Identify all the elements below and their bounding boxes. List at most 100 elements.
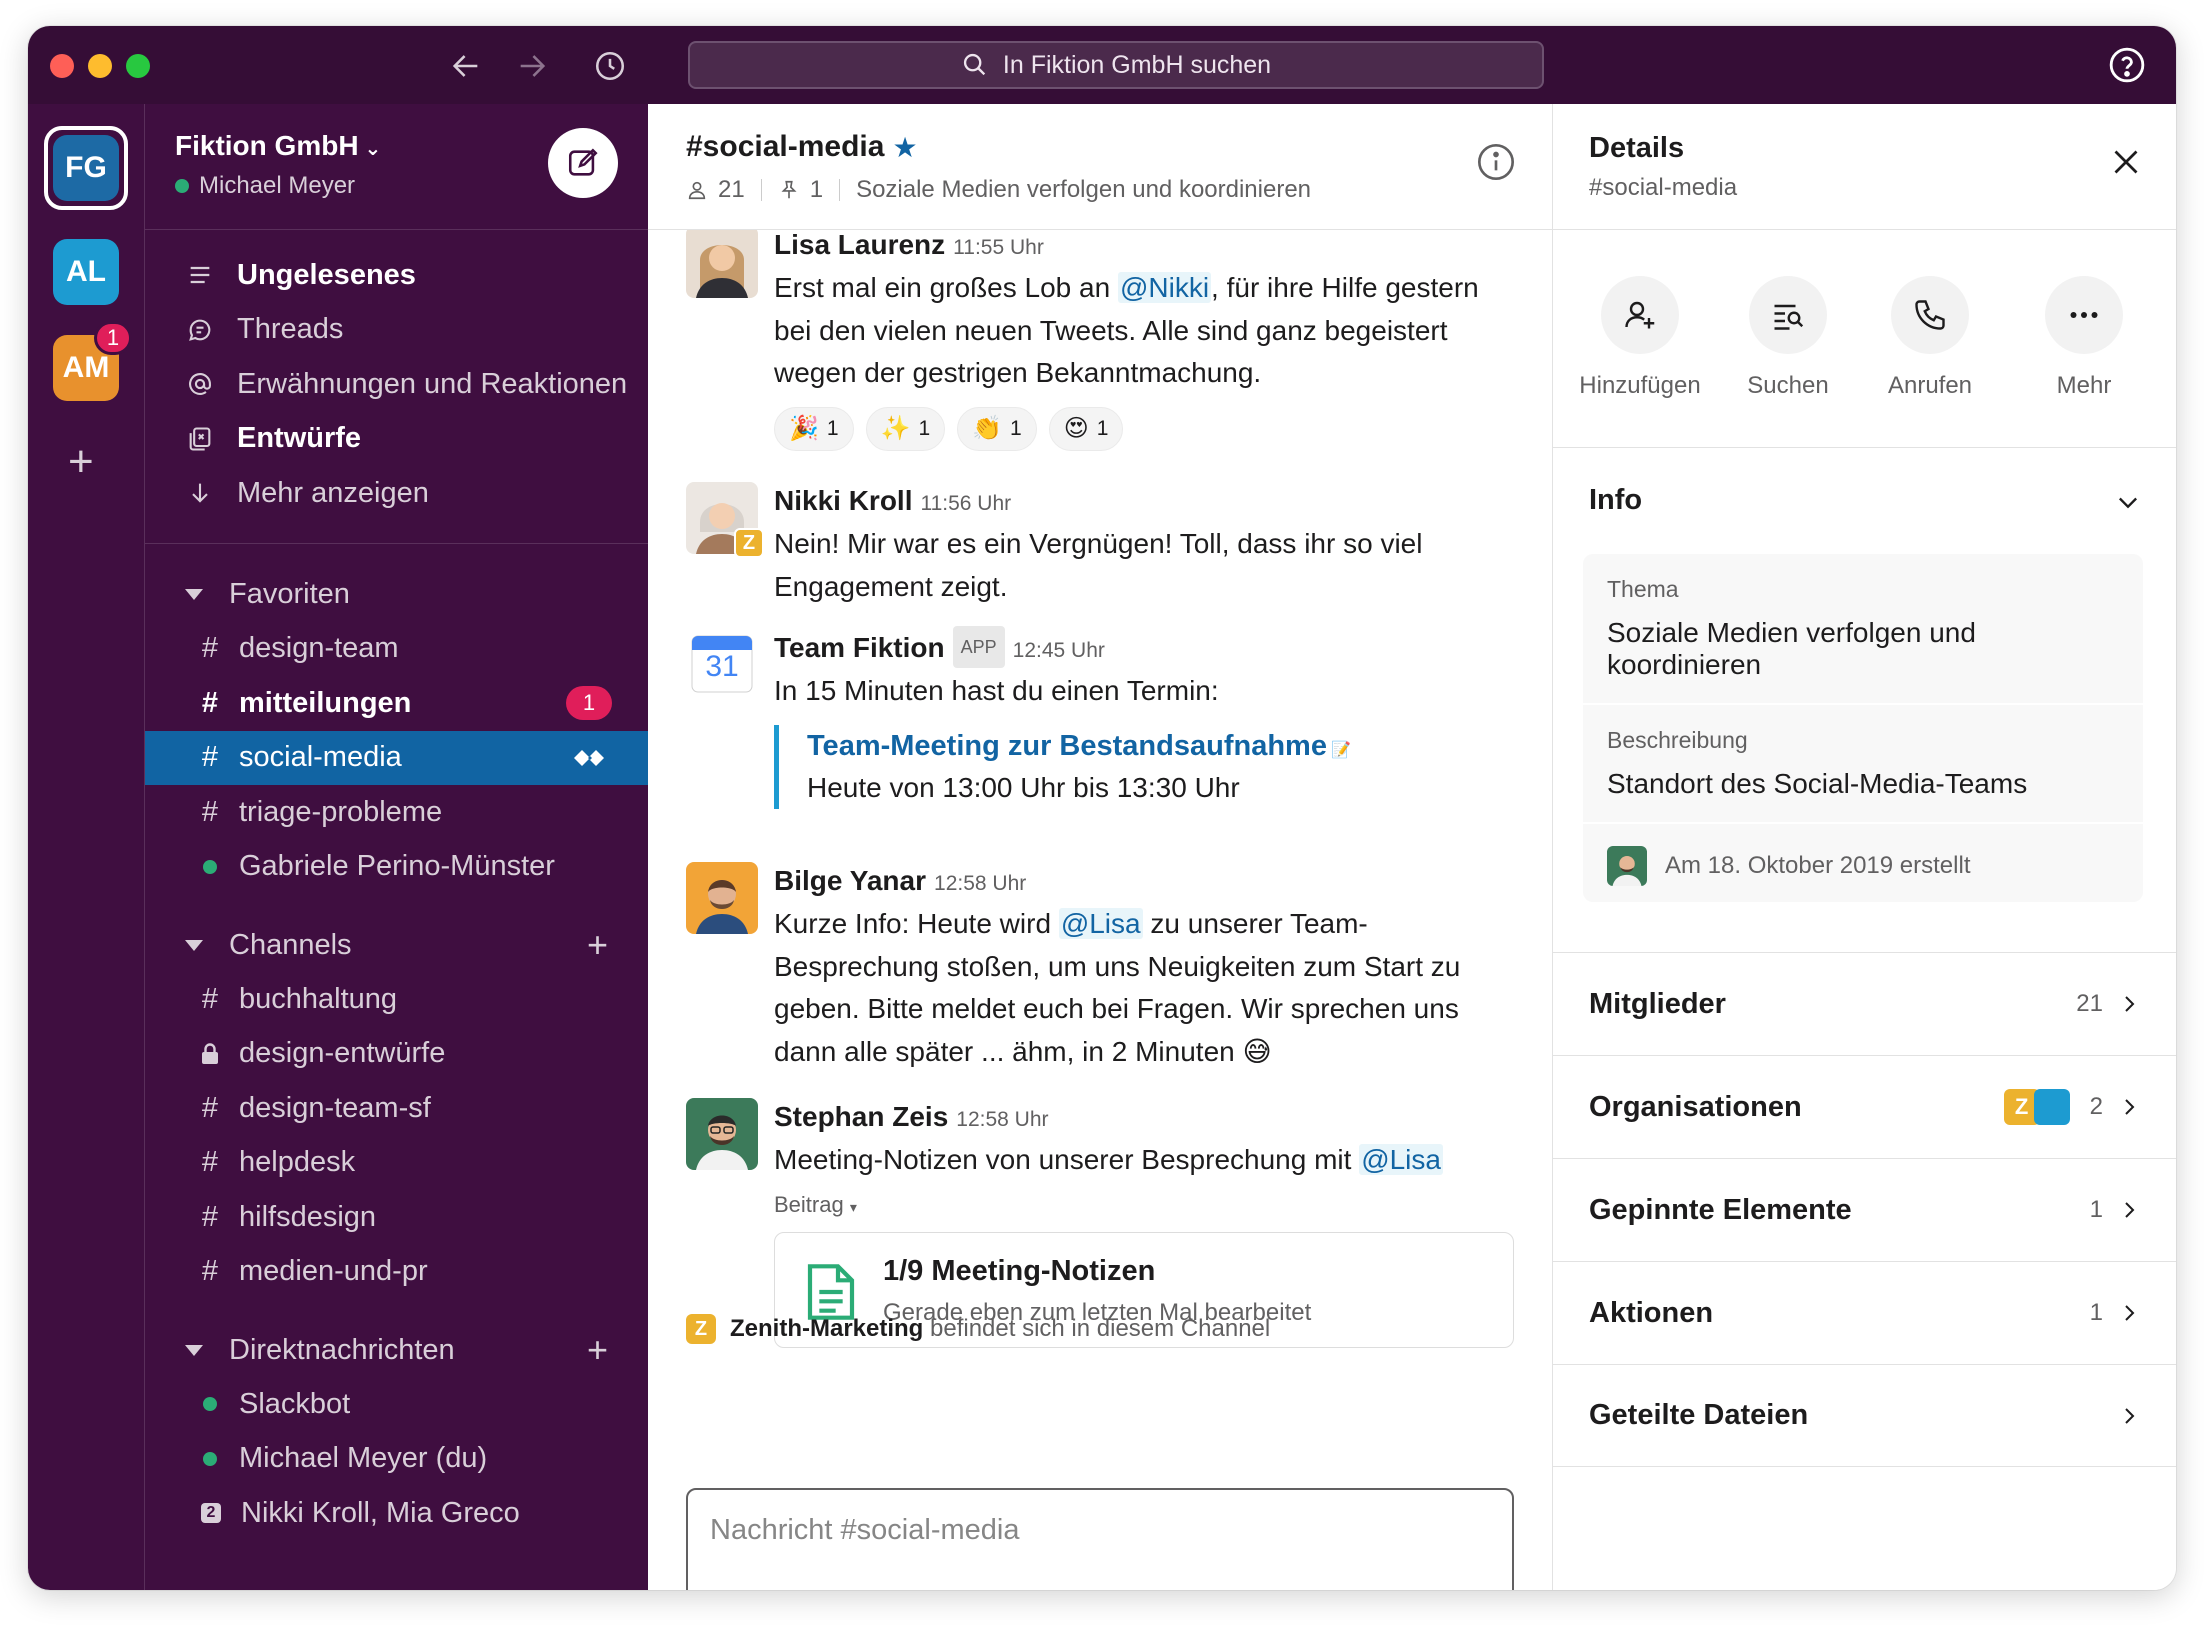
dms-header[interactable]: Direktnachrichten + [145,1323,648,1377]
numbered-list-icon[interactable] [1095,1586,1159,1590]
add-channel-icon[interactable]: + [587,924,608,966]
sidebar-channel-triage-probleme[interactable]: # triage-probleme [145,785,648,840]
sidebar-channel-hilfsdesign[interactable]: # hilfsdesign [145,1190,648,1245]
sidebar-item-mentions[interactable]: Erwähnungen und Reaktionen [145,357,648,412]
history-clock-icon[interactable] [590,46,630,86]
close-window-button[interactable] [50,54,74,78]
favorites-header[interactable]: Favoriten [145,568,648,622]
info-section-header[interactable]: Info [1553,448,2176,554]
shared-files-row[interactable]: Geteilte Dateien [1553,1364,2176,1467]
add-person-button[interactable]: Hinzufügen [1565,276,1715,400]
channel-topic[interactable]: Soziale Medien verfolgen und koordiniere… [856,176,1311,204]
sidebar-channel-buchhaltung[interactable]: # buchhaltung [145,972,648,1027]
sidebar-item-threads[interactable]: Threads [145,303,648,358]
author-name[interactable]: Bilge Yanar [774,865,926,896]
channel-info-icon[interactable] [1476,142,1516,182]
pinned-row[interactable]: Gepinnte Elemente 1 [1553,1158,2176,1261]
workspace-menu[interactable]: Fiktion GmbH ⌄ [175,130,381,162]
sidebar-item-unread[interactable]: Ungelesenes [145,248,648,303]
timestamp[interactable]: 12:58 Uhr [956,1108,1048,1131]
sidebar-dm-group[interactable]: 2 Nikki Kroll, Mia Greco [145,1486,648,1541]
actions-row[interactable]: Aktionen 1 [1553,1261,2176,1364]
reaction-pill[interactable]: 👏 1 [957,406,1037,451]
author-name[interactable]: Team Fiktion [774,632,945,663]
avatar[interactable] [686,230,758,298]
italic-icon[interactable]: I [839,1586,903,1590]
search-bar[interactable]: In Fiktion GmbH suchen [688,41,1544,89]
description-row[interactable]: Beschreibung Standort des Social-Media-T… [1583,705,2143,824]
user-status[interactable]: Michael Meyer [175,172,355,200]
org-name[interactable]: Zenith-Marketing [730,1315,923,1342]
calendar-app-icon[interactable]: 31 [686,626,758,698]
bold-icon[interactable]: B [775,1586,839,1590]
reaction-pill[interactable]: ✨ 1 [865,406,946,451]
caret-down-icon [185,1344,203,1356]
timestamp[interactable]: 12:45 Uhr [1013,639,1105,662]
add-dm-icon[interactable]: + [587,1329,608,1371]
channel-title-button[interactable]: #social-media ★ [686,130,918,164]
timestamp[interactable]: 11:56 Uhr [920,492,1011,515]
timestamp[interactable]: 11:55 Uhr [953,236,1044,259]
emoji-icon[interactable] [1384,1586,1448,1590]
avatar[interactable] [686,862,758,934]
compose-icon [568,148,598,176]
topic-row[interactable]: Thema Soziale Medien verfolgen und koord… [1583,554,2143,705]
avatar[interactable] [686,1098,758,1170]
shortcuts-lightning-icon[interactable] [698,1586,762,1590]
attachment-icon[interactable] [1448,1586,1512,1590]
author-name[interactable]: Lisa Laurenz [774,230,945,260]
strikethrough-icon[interactable]: S [903,1586,967,1590]
mention-link[interactable]: @Nikki [1117,272,1212,303]
post-toggle[interactable]: Beitrag ▾ [774,1192,1516,1218]
event-link[interactable]: Team-Meeting zur Bestandsaufnahme [807,730,1327,762]
sidebar-dm-self[interactable]: Michael Meyer (du) [145,1432,648,1487]
mention-link[interactable]: @Lisa [1058,908,1143,939]
sidebar-channel-design-team-sf[interactable]: # design-team-sf [145,1081,648,1136]
back-arrow-icon[interactable] [446,46,486,86]
organizations-row[interactable]: Organisationen Z 2 [1553,1055,2176,1158]
sidebar-channel-helpdesk[interactable]: # helpdesk [145,1136,648,1191]
timestamp[interactable]: 12:58 Uhr [934,872,1026,895]
link-icon[interactable] [1031,1586,1095,1590]
maximize-window-button[interactable] [126,54,150,78]
sidebar-dm-slackbot[interactable]: Slackbot [145,1377,648,1432]
message-input[interactable] [710,1508,1490,1552]
workspace-al[interactable]: AL [53,239,119,305]
reaction-pill[interactable]: 😍 1 [1048,406,1124,451]
sidebar-dm-gabriele[interactable]: Gabriele Perino-Münster [145,840,648,895]
sidebar-channel-design-team[interactable]: # design-team [145,622,648,677]
search-channel-button[interactable]: Suchen [1713,276,1863,400]
member-count[interactable]: 21 [718,176,745,204]
sidebar-channel-design-entwuerfe[interactable]: design-entwürfe [145,1027,648,1082]
sidebar-channel-social-media[interactable]: # social-media [145,730,648,785]
help-icon[interactable] [2108,46,2146,84]
channels-header[interactable]: Channels + [145,918,648,972]
call-button[interactable]: Anrufen [1855,276,2005,400]
pin-count[interactable]: 1 [810,176,823,204]
close-icon[interactable] [2108,144,2144,180]
workspace-fg[interactable]: FG [53,135,119,201]
more-formatting-icon[interactable] [1192,1586,1256,1590]
sidebar-channel-mitteilungen[interactable]: # mitteilungen 1 [145,676,648,731]
mention-link[interactable]: @Lisa [1359,1144,1443,1175]
author-name[interactable]: Stephan Zeis [774,1101,948,1132]
channel-label: triage-probleme [239,795,443,828]
sidebar-item-drafts[interactable]: Entwürfe [145,412,648,467]
author-name[interactable]: Nikki Kroll [774,485,912,516]
add-workspace-button[interactable]: + [68,440,94,484]
code-icon[interactable]: </> [967,1586,1031,1590]
star-icon[interactable]: ★ [892,131,917,164]
minimize-window-button[interactable] [88,54,112,78]
forward-arrow-icon[interactable] [512,46,552,86]
sidebar-item-show-more[interactable]: Mehr anzeigen [145,466,648,521]
mention-icon[interactable] [1320,1586,1384,1590]
reaction-count: 1 [1010,416,1022,440]
reaction-pill[interactable]: 🎉 1 [774,406,854,451]
members-row[interactable]: Mitglieder 21 [1553,952,2176,1055]
memo-emoji-icon: 📝 [1331,741,1352,759]
more-button[interactable]: Mehr [2009,276,2159,400]
compose-button[interactable] [548,128,618,198]
sidebar-channel-medien-und-pr[interactable]: # medien-und-pr [145,1245,648,1300]
text-format-icon[interactable]: Aa [1256,1586,1320,1590]
avatar[interactable]: Z [686,482,764,558]
